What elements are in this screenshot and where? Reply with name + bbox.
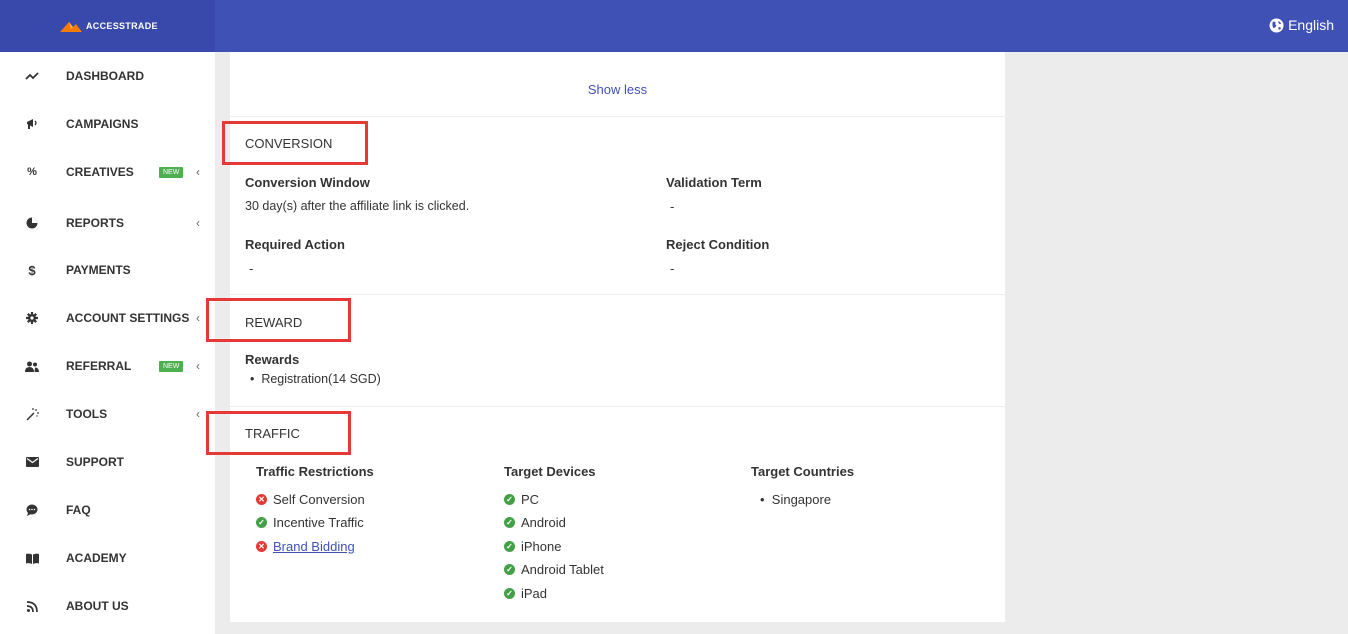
cross-circle-icon: ✕ (256, 541, 267, 552)
top-bar: ACCESSTRADE English (0, 0, 1348, 52)
device-label: Android Tablet (521, 562, 604, 577)
sidebar-item-payments[interactable]: $ PAYMENTS (0, 258, 215, 282)
device-item: ✓ iPhone (504, 539, 561, 554)
sidebar-item-label: CREATIVES (66, 165, 134, 179)
sidebar: DASHBOARD CAMPAIGNS % CREATIVES NEW ‹ RE… (0, 52, 215, 634)
device-item: ✓ PC (504, 492, 539, 507)
book-icon (24, 550, 40, 566)
section-title-traffic: TRAFFIC (245, 426, 300, 441)
sidebar-item-campaigns[interactable]: CAMPAIGNS (0, 112, 215, 136)
percent-icon: % (27, 166, 37, 178)
validation-term-label: Validation Term (666, 175, 762, 190)
sidebar-item-academy[interactable]: ACADEMY (0, 546, 215, 570)
restriction-self-conversion: ✕ Self Conversion (256, 492, 365, 507)
divider (230, 116, 1005, 117)
sidebar-item-account-settings[interactable]: ACCOUNT SETTINGS ‹ (0, 306, 215, 330)
rewards-label: Rewards (245, 352, 300, 367)
brand[interactable]: ACCESSTRADE (0, 0, 215, 52)
new-badge: NEW (159, 360, 184, 372)
show-less-link[interactable]: Show less (230, 82, 1005, 97)
reward-item: • Registration(14 SGD) (250, 372, 381, 386)
device-label: iPad (521, 586, 548, 601)
envelope-icon (24, 454, 40, 470)
traffic-restrictions-label: Traffic Restrictions (256, 464, 374, 479)
restriction-incentive-traffic: ✓ Incentive Traffic (256, 515, 364, 530)
chevron-left-icon: ‹ (196, 165, 200, 179)
validation-term-value: - (670, 199, 675, 214)
chevron-left-icon: ‹ (196, 216, 200, 230)
device-item: ✓ Android (504, 515, 566, 530)
device-label: iPhone (521, 539, 562, 554)
sidebar-item-label: ACCOUNT SETTINGS (66, 311, 190, 325)
section-title-conversion: CONVERSION (245, 136, 333, 151)
country-item: • Singapore (760, 492, 832, 507)
target-devices-label: Target Devices (504, 464, 596, 479)
device-item: ✓ Android Tablet (504, 562, 604, 577)
chevron-left-icon: ‹ (196, 311, 200, 325)
required-action-value: - (249, 261, 254, 276)
sidebar-item-label: PAYMENTS (66, 263, 131, 277)
reject-condition-value: - (670, 261, 675, 276)
restriction-label: Incentive Traffic (273, 515, 364, 530)
language-label: English (1288, 17, 1334, 33)
pie-chart-icon (24, 215, 40, 231)
sidebar-item-label: ACADEMY (66, 551, 127, 565)
sidebar-item-reports[interactable]: REPORTS ‹ (0, 211, 215, 235)
target-countries-label: Target Countries (751, 464, 855, 479)
chevron-left-icon: ‹ (196, 407, 200, 421)
device-label: PC (521, 492, 540, 507)
gear-icon (24, 310, 40, 326)
device-label: Android (521, 515, 566, 530)
reject-condition-label: Reject Condition (666, 237, 770, 252)
sidebar-item-about-us[interactable]: ABOUT US (0, 594, 215, 618)
users-icon (24, 358, 40, 374)
trending-up-icon (24, 68, 40, 84)
check-circle-icon: ✓ (504, 588, 515, 599)
sidebar-item-support[interactable]: SUPPORT (0, 450, 215, 474)
divider (230, 406, 1005, 407)
reward-item-text: Registration(14 SGD) (261, 372, 381, 386)
brand-name: ACCESSTRADE (86, 21, 158, 31)
restriction-brand-bidding[interactable]: ✕ Brand Bidding (256, 539, 355, 554)
sidebar-item-label: REPORTS (66, 216, 125, 230)
restriction-label: Self Conversion (273, 492, 365, 507)
divider (230, 294, 1005, 295)
globe-icon (1269, 17, 1284, 33)
dollar-icon: $ (28, 262, 36, 278)
device-item: ✓ iPad (504, 586, 547, 601)
language-selector[interactable]: English (1269, 17, 1334, 33)
chevron-left-icon: ‹ (196, 359, 200, 373)
cross-circle-icon: ✕ (256, 494, 267, 505)
check-circle-icon: ✓ (504, 541, 515, 552)
brand-bidding-link[interactable]: Brand Bidding (273, 539, 355, 554)
country-label: Singapore (771, 492, 832, 507)
sidebar-item-referral[interactable]: REFERRAL NEW ‹ (0, 354, 215, 378)
sidebar-item-faq[interactable]: FAQ (0, 498, 215, 522)
sidebar-item-dashboard[interactable]: DASHBOARD (0, 64, 215, 88)
sidebar-item-label: DASHBOARD (66, 69, 144, 83)
sidebar-item-label: SUPPORT (66, 455, 125, 469)
sidebar-item-tools[interactable]: TOOLS ‹ (0, 402, 215, 426)
check-circle-icon: ✓ (504, 517, 515, 528)
conversion-window-label: Conversion Window (245, 175, 370, 190)
sidebar-item-label: REFERRAL (66, 359, 132, 373)
check-circle-icon: ✓ (504, 564, 515, 575)
check-circle-icon: ✓ (256, 517, 267, 528)
magic-wand-icon (24, 406, 40, 422)
section-title-reward: REWARD (245, 315, 303, 330)
accesstrade-logo-icon (60, 22, 82, 32)
sidebar-item-label: ABOUT US (66, 599, 129, 613)
sidebar-item-label: FAQ (66, 503, 91, 517)
required-action-label: Required Action (245, 237, 345, 252)
megaphone-icon (24, 116, 40, 132)
conversion-window-value: 30 day(s) after the affiliate link is cl… (245, 199, 470, 213)
sidebar-item-label: CAMPAIGNS (66, 117, 139, 131)
chat-bubble-icon (24, 502, 40, 518)
rss-icon (24, 598, 40, 614)
new-badge: NEW (159, 166, 184, 178)
campaign-details-card: Show less CONVERSION Conversion Window 3… (206, 52, 1005, 622)
check-circle-icon: ✓ (504, 494, 515, 505)
sidebar-item-label: TOOLS (66, 407, 108, 421)
sidebar-item-creatives[interactable]: % CREATIVES NEW ‹ (0, 160, 215, 184)
